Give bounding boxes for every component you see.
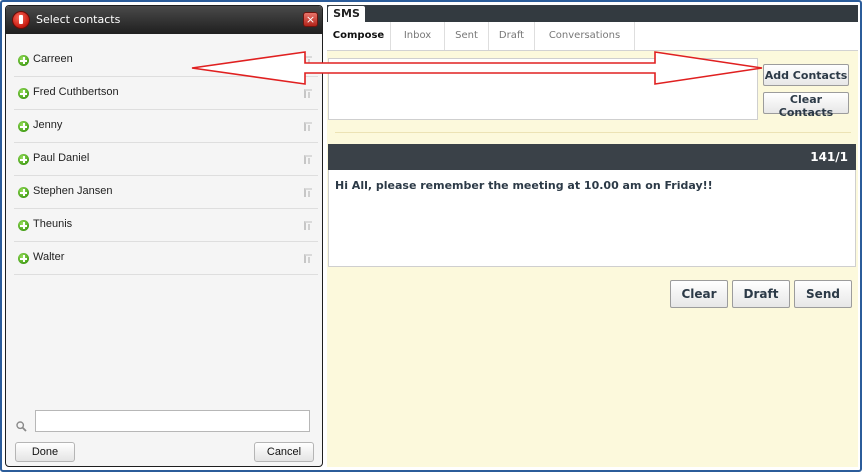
add-contact-icon[interactable] [18,220,29,231]
tab-bar: Compose Inbox Sent Draft Conversations [327,22,858,51]
add-contact-icon[interactable] [18,121,29,132]
app-logo-icon [12,11,30,29]
contact-search-input[interactable] [35,410,310,432]
add-contact-icon[interactable] [18,253,29,264]
drag-handle-icon[interactable] [304,122,312,131]
add-contacts-button[interactable]: Add Contacts [763,64,849,86]
drag-handle-icon[interactable] [304,254,312,263]
close-icon[interactable]: × [303,12,318,27]
drag-handle-icon[interactable] [304,155,312,164]
contact-row[interactable]: Walter [14,242,318,275]
contact-row[interactable]: Carreen [14,44,318,77]
contact-name: Stephen Jansen [33,185,113,197]
app-titlebar: SMS [327,5,858,22]
cancel-button[interactable]: Cancel [254,442,314,462]
contact-name: Carreen [33,53,73,65]
sms-app: SMS Compose Inbox Sent Draft Conversatio… [327,5,858,467]
contact-name: Paul Daniel [33,152,90,164]
app-title[interactable]: SMS [328,6,365,22]
contact-row[interactable]: Fred Cuthbertson [14,77,318,110]
message-text: Hi All, please remember the meeting at 1… [335,179,713,192]
contact-row[interactable]: Stephen Jansen [14,176,318,209]
drag-handle-icon[interactable] [304,221,312,230]
contact-row[interactable]: Jenny [14,110,318,143]
contact-name: Jenny [33,119,63,131]
character-counter: 141/1 [810,150,848,164]
search-icon [16,421,27,432]
select-contacts-dialog: Select contacts × Carreen Fred Cuthberts… [5,5,323,467]
done-button[interactable]: Done [15,442,75,462]
dialog-titlebar: Select contacts × [6,6,322,34]
message-header: 141/1 [328,144,856,170]
drag-handle-icon[interactable] [304,188,312,197]
contact-name: Fred Cuthbertson [33,86,119,98]
contact-row[interactable]: Paul Daniel [14,143,318,176]
draft-button[interactable]: Draft [732,280,790,308]
divider [335,132,851,133]
clear-contacts-button[interactable]: Clear Contacts [763,92,849,119]
add-contact-icon[interactable] [18,187,29,198]
tab-inbox[interactable]: Inbox [391,22,445,50]
tab-compose[interactable]: Compose [327,22,391,50]
recipients-field[interactable] [328,58,758,120]
contact-list: Carreen Fred Cuthbertson Jenny Paul Dani… [14,44,318,275]
tab-draft[interactable]: Draft [489,22,535,50]
add-contact-icon[interactable] [18,154,29,165]
contact-name: Theunis [33,218,73,230]
drag-handle-icon[interactable] [304,56,312,65]
tab-conversations[interactable]: Conversations [535,22,635,50]
tab-sent[interactable]: Sent [445,22,489,50]
contact-row[interactable]: Theunis [14,209,318,242]
dialog-title: Select contacts [36,13,121,26]
message-textarea[interactable]: Hi All, please remember the meeting at 1… [328,170,856,267]
add-contact-icon[interactable] [18,55,29,66]
clear-button[interactable]: Clear [670,280,728,308]
drag-handle-icon[interactable] [304,89,312,98]
contact-name: Walter [33,251,65,263]
send-button[interactable]: Send [794,280,852,308]
add-contact-icon[interactable] [18,88,29,99]
